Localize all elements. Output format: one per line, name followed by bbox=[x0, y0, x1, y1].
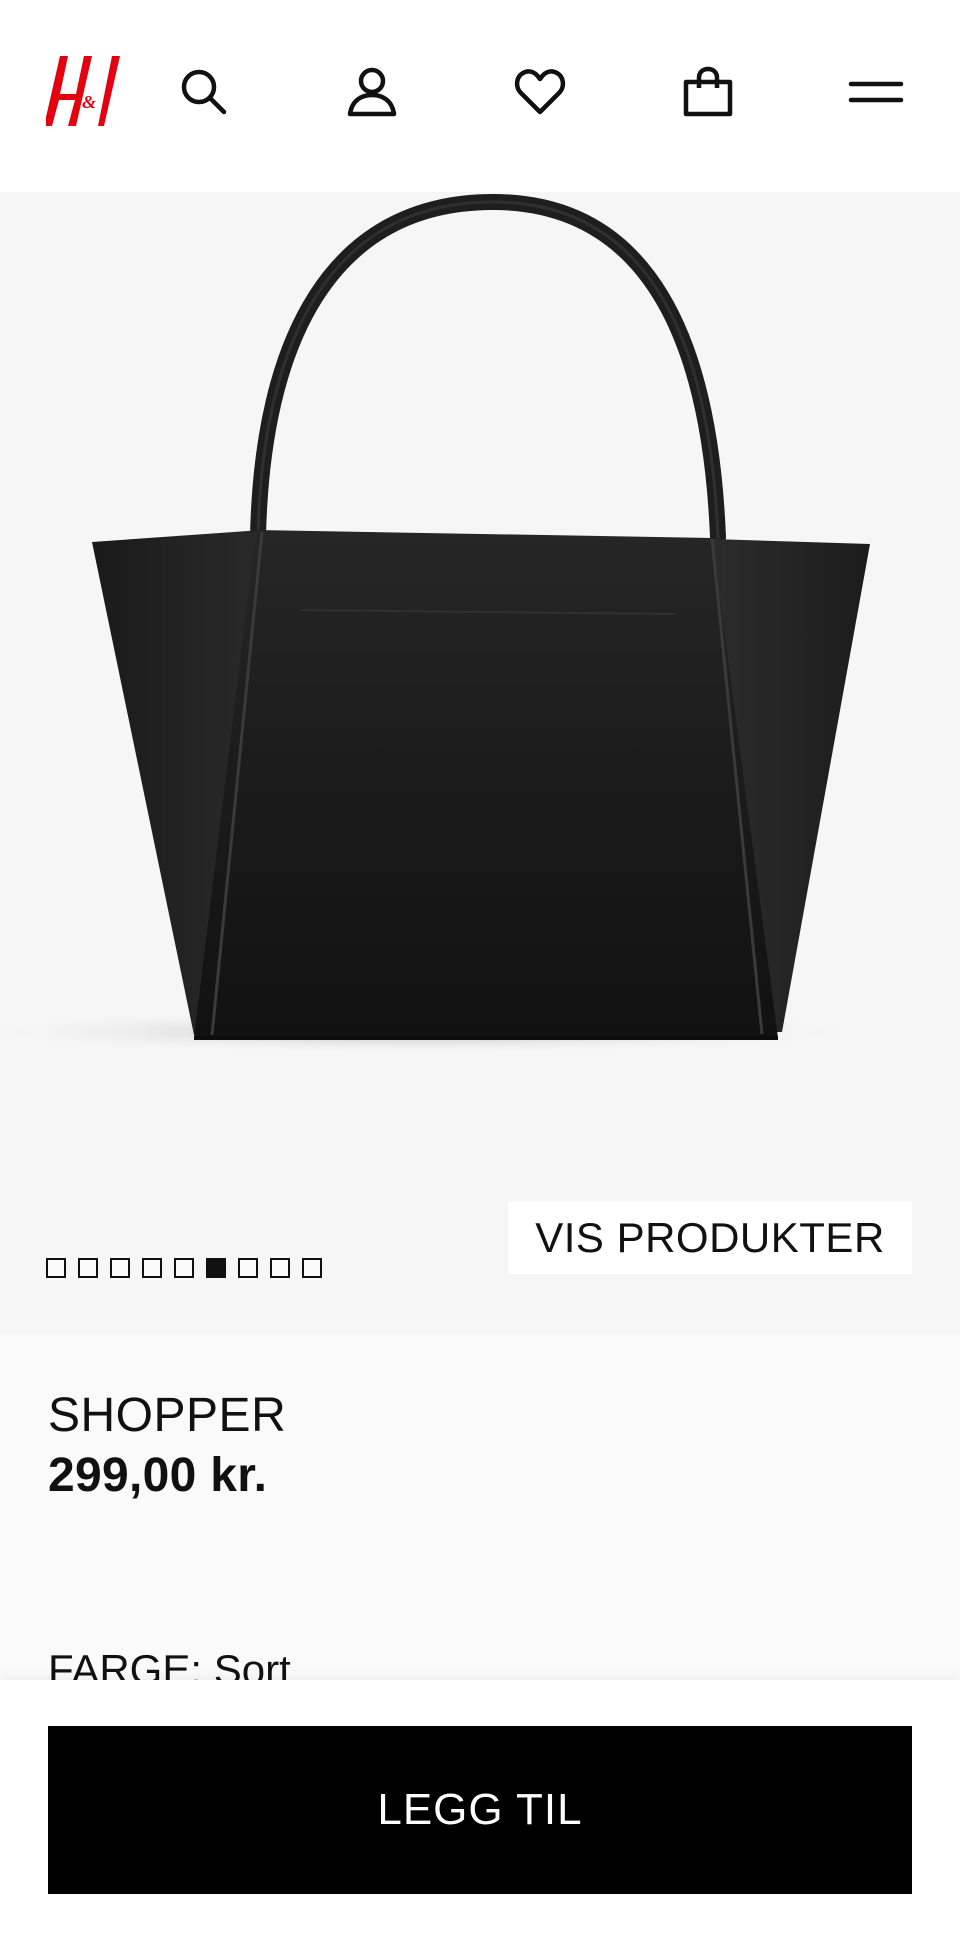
svg-text:&: & bbox=[82, 92, 96, 112]
hm-logo-mark: & bbox=[46, 56, 120, 126]
gallery-dot[interactable] bbox=[110, 1258, 130, 1278]
favorite-heart-icon[interactable] bbox=[512, 64, 568, 120]
menu-icon[interactable] bbox=[848, 64, 904, 120]
sticky-add-to-bag-bar: LEGG TIL bbox=[0, 1680, 960, 1939]
gallery-pagination bbox=[46, 1258, 322, 1282]
product-price: 299,00 kr. bbox=[48, 1449, 268, 1502]
gallery-dot[interactable] bbox=[142, 1258, 162, 1278]
show-products-button[interactable]: VIS PRODUKTER bbox=[508, 1202, 912, 1274]
gallery-dot[interactable] bbox=[238, 1258, 258, 1278]
gallery-dot[interactable] bbox=[46, 1258, 66, 1278]
site-header: & bbox=[0, 0, 960, 192]
gallery-dot[interactable] bbox=[302, 1258, 322, 1278]
gallery-dot[interactable] bbox=[78, 1258, 98, 1278]
gallery-dot[interactable] bbox=[174, 1258, 194, 1278]
hm-logo[interactable]: & bbox=[46, 50, 122, 130]
product-name: SHOPPER bbox=[48, 1389, 287, 1442]
account-icon[interactable] bbox=[344, 64, 400, 120]
product-image-tote-bag bbox=[0, 193, 890, 1054]
search-icon[interactable] bbox=[176, 64, 232, 120]
add-to-bag-button[interactable]: LEGG TIL bbox=[48, 1726, 912, 1894]
gallery-dot[interactable] bbox=[270, 1258, 290, 1278]
product-info: SHOPPER 299,00 kr. FARGE: Sort bbox=[0, 1334, 960, 1693]
product-image-gallery[interactable]: VIS PRODUKTER bbox=[0, 192, 960, 1334]
gallery-dot-active[interactable] bbox=[206, 1258, 226, 1278]
shopping-bag-icon[interactable] bbox=[680, 64, 736, 120]
